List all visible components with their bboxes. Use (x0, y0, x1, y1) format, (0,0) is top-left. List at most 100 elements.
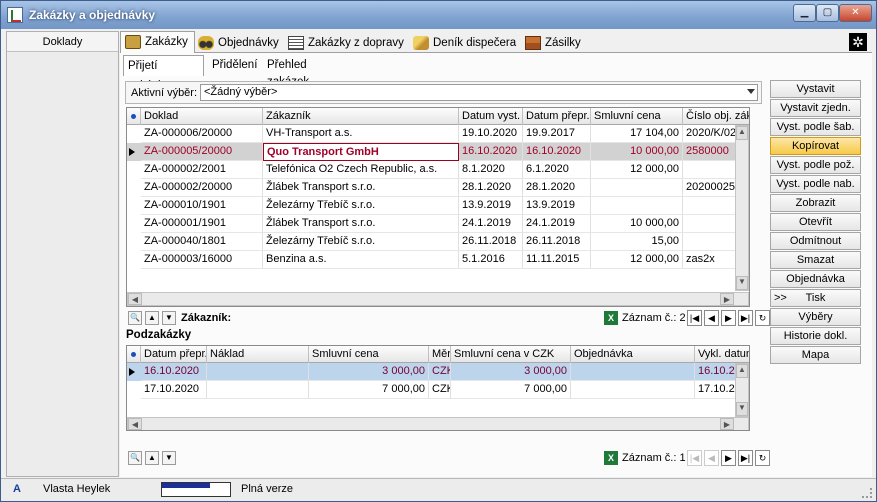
close-button[interactable]: ✕ (839, 4, 872, 22)
excel-icon[interactable]: X (604, 311, 618, 325)
prev-record-button[interactable]: ◀ (704, 450, 719, 466)
main-window: Zakázky a objednávky ▁ ▢ ✕ Doklady Zakáz… (0, 0, 877, 502)
chevron-down-icon[interactable] (747, 89, 755, 94)
column-header[interactable]: Doklad (141, 108, 263, 125)
scroll-up-icon[interactable]: ▲ (736, 126, 748, 140)
column-header[interactable]: Měr (429, 346, 451, 363)
table-cell: 3 000,00 (309, 363, 429, 381)
action-button-výběry[interactable]: Výběry (770, 308, 861, 326)
scroll-right-icon[interactable]: ▶ (720, 293, 734, 305)
subtab-prehled-zakazek[interactable]: Přehled zakázek (263, 57, 313, 88)
prev-record-button[interactable]: ◀ (704, 310, 719, 326)
table-row[interactable]: ZA-000006/20000 VH-Transport a.s. 19.10.20… (127, 125, 749, 143)
refresh-icon[interactable]: ↻ (755, 310, 770, 326)
action-button-tisk[interactable]: >> Tisk (770, 289, 861, 307)
table-cell: 28.1.2020 (459, 179, 523, 197)
boxes-icon (525, 36, 541, 50)
button-label: Vyst. podle nab. (776, 178, 855, 190)
scroll-down-icon[interactable]: ▼ (736, 276, 748, 290)
resize-grip-icon[interactable] (862, 488, 872, 498)
refresh-icon[interactable]: ↻ (755, 450, 770, 466)
search-icon[interactable]: 🔍 (128, 311, 142, 325)
table-row[interactable]: ZA-000003/16000 Benzina a.s. 5.1.2016 11.11… (127, 251, 749, 269)
scroll-down-icon[interactable]: ▼ (736, 402, 748, 416)
status-version: Plná verze (241, 483, 293, 495)
column-header[interactable]: Objednávka (571, 346, 695, 363)
action-button-vyst-podle-nab[interactable]: Vyst. podle nab. (770, 175, 861, 193)
column-header[interactable]: Smluvní cena (309, 346, 429, 363)
status-indicator: A (13, 483, 21, 495)
action-button-mapa[interactable]: Mapa (770, 346, 861, 364)
scroll-left-icon[interactable]: ◀ (128, 293, 142, 305)
scroll-right-icon[interactable]: ▶ (720, 418, 734, 430)
column-indicator (127, 108, 141, 125)
first-record-button[interactable]: |◀ (687, 310, 702, 326)
column-header[interactable]: Datum přepr. (141, 346, 207, 363)
column-header[interactable]: Datum vyst. (459, 108, 523, 125)
tab-zasilky[interactable]: Zásilky (520, 32, 588, 53)
action-button-objednávka[interactable]: Objednávka (770, 270, 861, 288)
subtab-prideleni[interactable]: Přidělení (208, 57, 261, 75)
table-row[interactable]: ZA-000002/2001 Telefónica O2 Czech Republ… (127, 161, 749, 179)
next-record-button[interactable]: ▶ (721, 450, 736, 466)
next-record-button[interactable]: ▶ (721, 310, 736, 326)
filter-select[interactable]: <Žádný výběr> (200, 84, 758, 101)
table-row[interactable]: 16.10.20203 000,00CZK3 000,0016.10.2020 (127, 363, 749, 381)
sort-down-icon[interactable]: ▼ (162, 311, 176, 325)
column-header[interactable]: Číslo obj. zák (683, 108, 749, 125)
table-cell: 12 000,00 (591, 251, 683, 269)
sort-down-icon[interactable]: ▼ (162, 451, 176, 465)
orders-vscroll[interactable]: ▲ ▼ (735, 125, 749, 291)
table-row[interactable]: 17.10.20207 000,00CZK7 000,0017.10.2020 (127, 381, 749, 399)
action-button-vyst-podle-pož[interactable]: Vyst. podle pož. (770, 156, 861, 174)
minimize-button[interactable]: ▁ (793, 4, 816, 22)
scroll-left-icon[interactable]: ◀ (128, 418, 142, 430)
search-icon[interactable]: 🔍 (128, 451, 142, 465)
sub-hscroll[interactable]: ◀ ▶ (127, 417, 749, 430)
excel-icon[interactable]: X (604, 451, 618, 465)
tab-objednavky[interactable]: Objednávky (193, 32, 286, 53)
maximize-button[interactable]: ▢ (816, 4, 839, 22)
last-record-button[interactable]: ▶| (738, 450, 753, 466)
table-cell (591, 197, 683, 215)
table-cell: Benzina a.s. (263, 251, 459, 269)
tab-denik-dispecera[interactable]: Deník dispečera (408, 32, 523, 53)
table-row[interactable]: ZA-000040/1801 Železárny Třebíč s.r.o. 26.… (127, 233, 749, 251)
action-button-smazat[interactable]: Smazat (770, 251, 861, 269)
column-header[interactable]: Smluvní cena (591, 108, 683, 125)
column-header[interactable]: Smluvní cena v CZK (451, 346, 571, 363)
scroll-up-icon[interactable]: ▲ (736, 364, 748, 378)
table-row[interactable]: ZA-000001/1901 Žlábek Transport s.r.o. 24.… (127, 215, 749, 233)
action-button-vyst-podle-šab[interactable]: Vyst. podle šab. (770, 118, 861, 136)
button-label: Smazat (796, 254, 835, 266)
settings-icon[interactable]: ✲ (849, 33, 867, 51)
table-row[interactable]: ZA-000002/20000 Žlábek Transport s.r.o. 28… (127, 179, 749, 197)
sort-up-icon[interactable]: ▲ (145, 451, 159, 465)
table-cell: Železárny Třebíč s.r.o. (263, 233, 459, 251)
column-header[interactable]: Datum přepr. (523, 108, 591, 125)
column-header[interactable]: Zákazník (263, 108, 459, 125)
action-button-vystavit[interactable]: Vystavit (770, 80, 861, 98)
table-cell: Telefónica O2 Czech Republic, a.s. (263, 161, 459, 179)
tab-zakazky-z-dopravy[interactable]: Zakázky z dopravy (283, 32, 411, 53)
column-header[interactable]: Vykl. datum (695, 346, 749, 363)
documents-header[interactable]: Doklady (7, 32, 118, 52)
action-button-historie-dokl[interactable]: Historie dokl. (770, 327, 861, 345)
tab-zakazky[interactable]: Zakázky (120, 31, 195, 54)
table-row[interactable]: ZA-000010/1901 Železárny Třebíč s.r.o. 13.… (127, 197, 749, 215)
table-row[interactable]: ZA-000005/20000 Quo Transport GmbH 16.10.2… (127, 143, 749, 161)
button-label: Kopírovat (791, 140, 840, 152)
first-record-button[interactable]: |◀ (687, 450, 702, 466)
action-button-vystavit-zjedn[interactable]: Vystavit zjedn. (770, 99, 861, 117)
column-header[interactable]: Náklad (207, 346, 309, 363)
sort-up-icon[interactable]: ▲ (145, 311, 159, 325)
action-button-odmítnout[interactable]: Odmítnout (770, 232, 861, 250)
last-record-button[interactable]: ▶| (738, 310, 753, 326)
subtab-prijeti-zakazky[interactable]: Přijetí zakázky (123, 55, 204, 92)
subcontracts-header: Datum přepr. Náklad Smluvní cena Měr Sml… (127, 346, 749, 363)
action-button-zobrazit[interactable]: Zobrazit (770, 194, 861, 212)
orders-hscroll[interactable]: ◀ ▶ (127, 292, 749, 306)
sub-vscroll[interactable]: ▲ ▼ (735, 363, 749, 417)
action-button-kopírovat[interactable]: Kopírovat (770, 137, 861, 155)
action-button-otevřít[interactable]: Otevřít (770, 213, 861, 231)
